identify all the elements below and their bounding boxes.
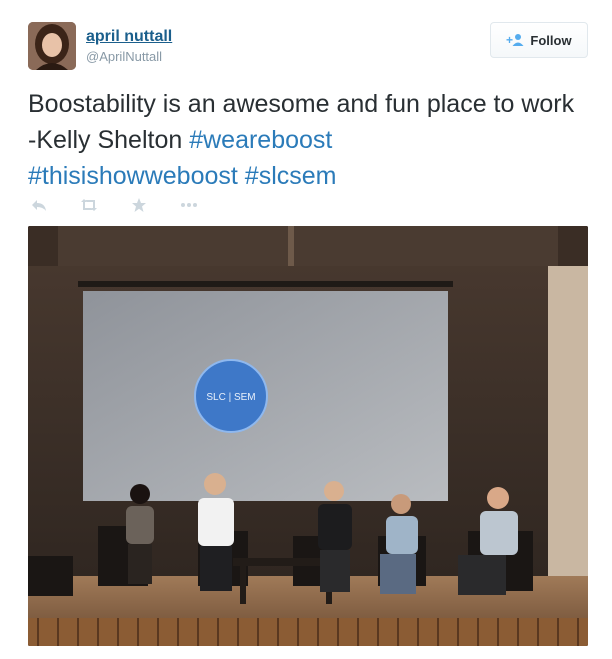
svg-text:+: + bbox=[506, 33, 513, 47]
more-icon[interactable] bbox=[178, 196, 200, 214]
follow-label: Follow bbox=[530, 32, 572, 48]
tweet-actions bbox=[28, 196, 200, 214]
hashtag-slcsem[interactable]: #slcsem bbox=[245, 162, 337, 190]
user-handle: @AprilNuttall bbox=[86, 49, 163, 64]
tweet-photo[interactable]: SLC | SEM bbox=[28, 226, 588, 646]
follow-button[interactable]: + Follow bbox=[490, 22, 588, 58]
tweet-header: april nuttall @AprilNuttall + Follow bbox=[28, 22, 588, 72]
retweet-icon[interactable] bbox=[78, 196, 100, 214]
panel-photo-illustration: SLC | SEM bbox=[28, 226, 588, 646]
user-names: april nuttall @AprilNuttall bbox=[86, 28, 172, 64]
add-user-icon: + bbox=[506, 33, 524, 47]
tweet-text: Boostability is an awesome and fun place… bbox=[28, 86, 588, 194]
user-full-name[interactable]: april nuttall bbox=[86, 28, 172, 46]
hashtag-thisishowweboost[interactable]: #thisishowweboost bbox=[28, 162, 238, 190]
favorite-icon[interactable] bbox=[128, 196, 150, 214]
screen-logo-text: SLC | SEM bbox=[206, 392, 255, 403]
avatar[interactable] bbox=[28, 22, 76, 70]
reply-icon[interactable] bbox=[28, 196, 50, 214]
hashtag-weareboost[interactable]: #weareboost bbox=[189, 126, 332, 154]
